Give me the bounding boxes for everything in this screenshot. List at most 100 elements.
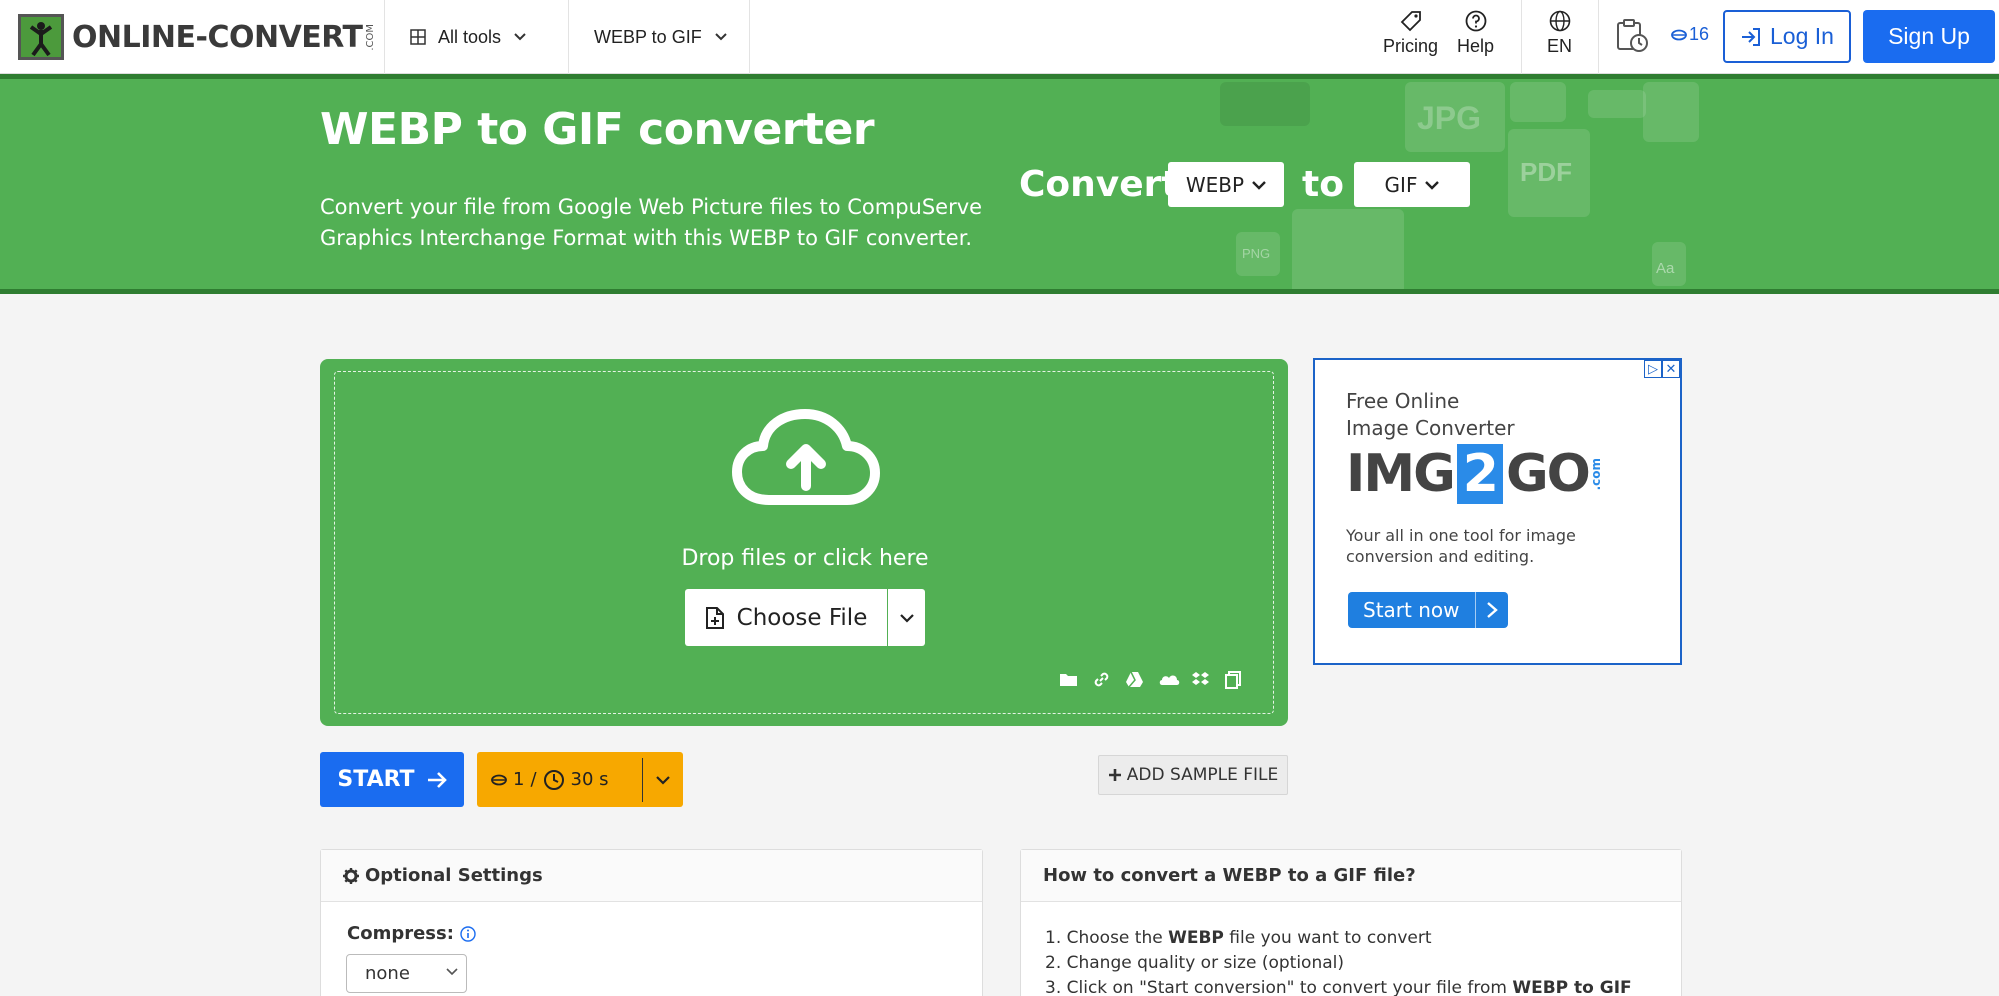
banner-top-stripe xyxy=(0,74,1999,79)
nav-divider xyxy=(749,0,750,74)
history-clipboard-icon[interactable] xyxy=(1614,18,1650,59)
optional-settings-panel: Optional Settings Compress: none xyxy=(320,849,983,996)
clipboard-icon[interactable] xyxy=(1224,670,1243,689)
nav-divider xyxy=(1521,0,1522,74)
choose-file-label: Choose File xyxy=(736,604,868,631)
ad-curve-decoration xyxy=(1505,360,1680,663)
upload-dropzone[interactable]: Drop files or click here Choose File xyxy=(320,359,1288,726)
clock-icon xyxy=(543,769,564,790)
nav-divider xyxy=(384,0,385,74)
ad-choices[interactable]: ▷ ✕ xyxy=(1644,360,1680,378)
convert-label: Convert xyxy=(1019,164,1179,205)
credit-count: 16 xyxy=(1689,24,1710,44)
file-add-icon xyxy=(705,606,724,629)
compress-select[interactable]: none xyxy=(346,954,467,993)
page-description: Convert your file from Google Web Pictur… xyxy=(320,195,983,250)
ad-start-now-button[interactable]: Start now xyxy=(1348,592,1508,628)
coin-icon xyxy=(1671,29,1687,40)
credit-cost: 1 xyxy=(513,769,525,790)
cost-separator: / xyxy=(530,769,537,790)
logo-dotcom: .COM xyxy=(364,23,376,51)
conversion-cost-info: 1 / 30 s xyxy=(477,769,642,791)
help-link[interactable]: Help xyxy=(1457,10,1494,57)
dropzone-border: Drop files or click here Choose File xyxy=(334,371,1274,714)
credit-balance[interactable]: 16 xyxy=(1671,24,1709,45)
chevron-down-icon[interactable] xyxy=(643,775,683,785)
onedrive-icon[interactable] xyxy=(1158,670,1180,689)
ad-subtitle: Your all in one tool for image conversio… xyxy=(1346,526,1576,566)
img2go-logo: IMG 2 GO .com xyxy=(1346,444,1603,504)
page-title: WEBP to GIF converter xyxy=(320,104,875,155)
site-logo[interactable]: ONLINE-CONVERT .COM xyxy=(18,14,376,60)
start-label: START xyxy=(337,767,415,792)
img2go-advertisement[interactable]: Free Online Image Converter IMG 2 GO .com Y… xyxy=(1313,358,1682,665)
pdf-file-icon: PDF xyxy=(1508,129,1590,217)
ad-headline: Free Online Image Converter xyxy=(1346,389,1515,440)
add-sample-label: ADD SAMPLE FILE xyxy=(1126,765,1279,785)
question-circle-icon xyxy=(1465,10,1486,32)
ad-choices-icon[interactable]: ▷ xyxy=(1644,360,1662,378)
pricing-link[interactable]: Pricing xyxy=(1383,10,1438,57)
jpg-file-icon: JPG xyxy=(1405,82,1505,152)
png-file-icon: PNG xyxy=(1236,232,1280,276)
current-tool-menu[interactable]: WEBP to GIF xyxy=(594,0,728,74)
chevron-down-icon xyxy=(899,613,914,623)
target-format-value: GIF xyxy=(1384,172,1418,197)
compress-value: none xyxy=(365,963,410,984)
dropbox-icon[interactable] xyxy=(1191,670,1210,689)
globe-icon xyxy=(1549,10,1570,32)
choose-file-dropdown[interactable] xyxy=(888,589,925,646)
howto-panel: How to convert a WEBP to a GIF file? 1. … xyxy=(1020,849,1682,996)
gear-icon xyxy=(343,867,359,884)
sign-in-icon xyxy=(1742,27,1761,46)
all-tools-label: All tools xyxy=(438,26,502,47)
nav-divider xyxy=(1598,0,1599,74)
file-icon xyxy=(1588,90,1646,118)
conversion-cost-button[interactable]: 1 / 30 s xyxy=(477,752,683,807)
info-icon[interactable] xyxy=(460,925,476,942)
banner-bottom-stripe xyxy=(0,289,1999,294)
font-file-icon: Aa xyxy=(1652,242,1686,286)
source-format-value: WEBP xyxy=(1185,172,1245,197)
signup-button[interactable]: Sign Up xyxy=(1863,10,1995,63)
login-label: Log In xyxy=(1770,23,1834,49)
grid-icon xyxy=(410,29,426,45)
chevron-down-icon xyxy=(714,33,727,41)
howto-step-3: 3. Click on "Start conversion" to conver… xyxy=(1045,978,1632,996)
optional-settings-title: Optional Settings xyxy=(365,865,543,886)
logo-text: ONLINE-CONVERT xyxy=(72,19,363,55)
logo-figure-icon xyxy=(18,14,64,60)
language-selector[interactable]: EN xyxy=(1547,10,1572,57)
target-format-select[interactable]: GIF xyxy=(1354,162,1470,207)
source-format-select[interactable]: WEBP xyxy=(1168,162,1284,207)
chevron-down-icon xyxy=(1425,180,1440,190)
add-sample-file-button[interactable]: ADD SAMPLE FILE xyxy=(1098,755,1288,795)
start-conversion-button[interactable]: START xyxy=(320,752,464,807)
envelope-icon xyxy=(1220,82,1310,126)
ad-close-icon[interactable]: ✕ xyxy=(1662,360,1680,378)
all-tools-menu[interactable]: All tools xyxy=(410,0,527,74)
howto-step-1: 1. Choose the WEBP file you want to conv… xyxy=(1045,928,1432,948)
chevron-down-icon xyxy=(514,33,526,41)
time-cost: 30 s xyxy=(570,769,609,790)
bar-chart-icon xyxy=(1643,82,1699,142)
language-label: EN xyxy=(1547,36,1573,56)
choose-file-button[interactable]: Choose File xyxy=(685,589,887,646)
howto-header: How to convert a WEBP to a GIF file? xyxy=(1021,850,1681,902)
drop-files-label: Drop files or click here xyxy=(681,546,929,571)
optional-settings-header[interactable]: Optional Settings xyxy=(321,850,982,902)
login-button[interactable]: Log In xyxy=(1723,10,1851,63)
price-tag-icon xyxy=(1400,11,1421,32)
chevron-down-icon xyxy=(446,968,458,976)
pricing-label: Pricing xyxy=(1383,36,1439,56)
howto-step-2: 2. Change quality or size (optional) xyxy=(1045,953,1344,973)
to-label: to xyxy=(1302,164,1344,205)
document-icon xyxy=(1292,209,1404,294)
howto-title: How to convert a WEBP to a GIF file? xyxy=(1043,865,1416,886)
arrow-right-icon xyxy=(427,771,447,788)
google-drive-icon[interactable] xyxy=(1125,670,1144,689)
folder-icon[interactable] xyxy=(1059,670,1078,689)
link-icon[interactable] xyxy=(1092,670,1111,689)
image-icon xyxy=(1510,82,1566,122)
compress-label: Compress: xyxy=(347,923,476,944)
